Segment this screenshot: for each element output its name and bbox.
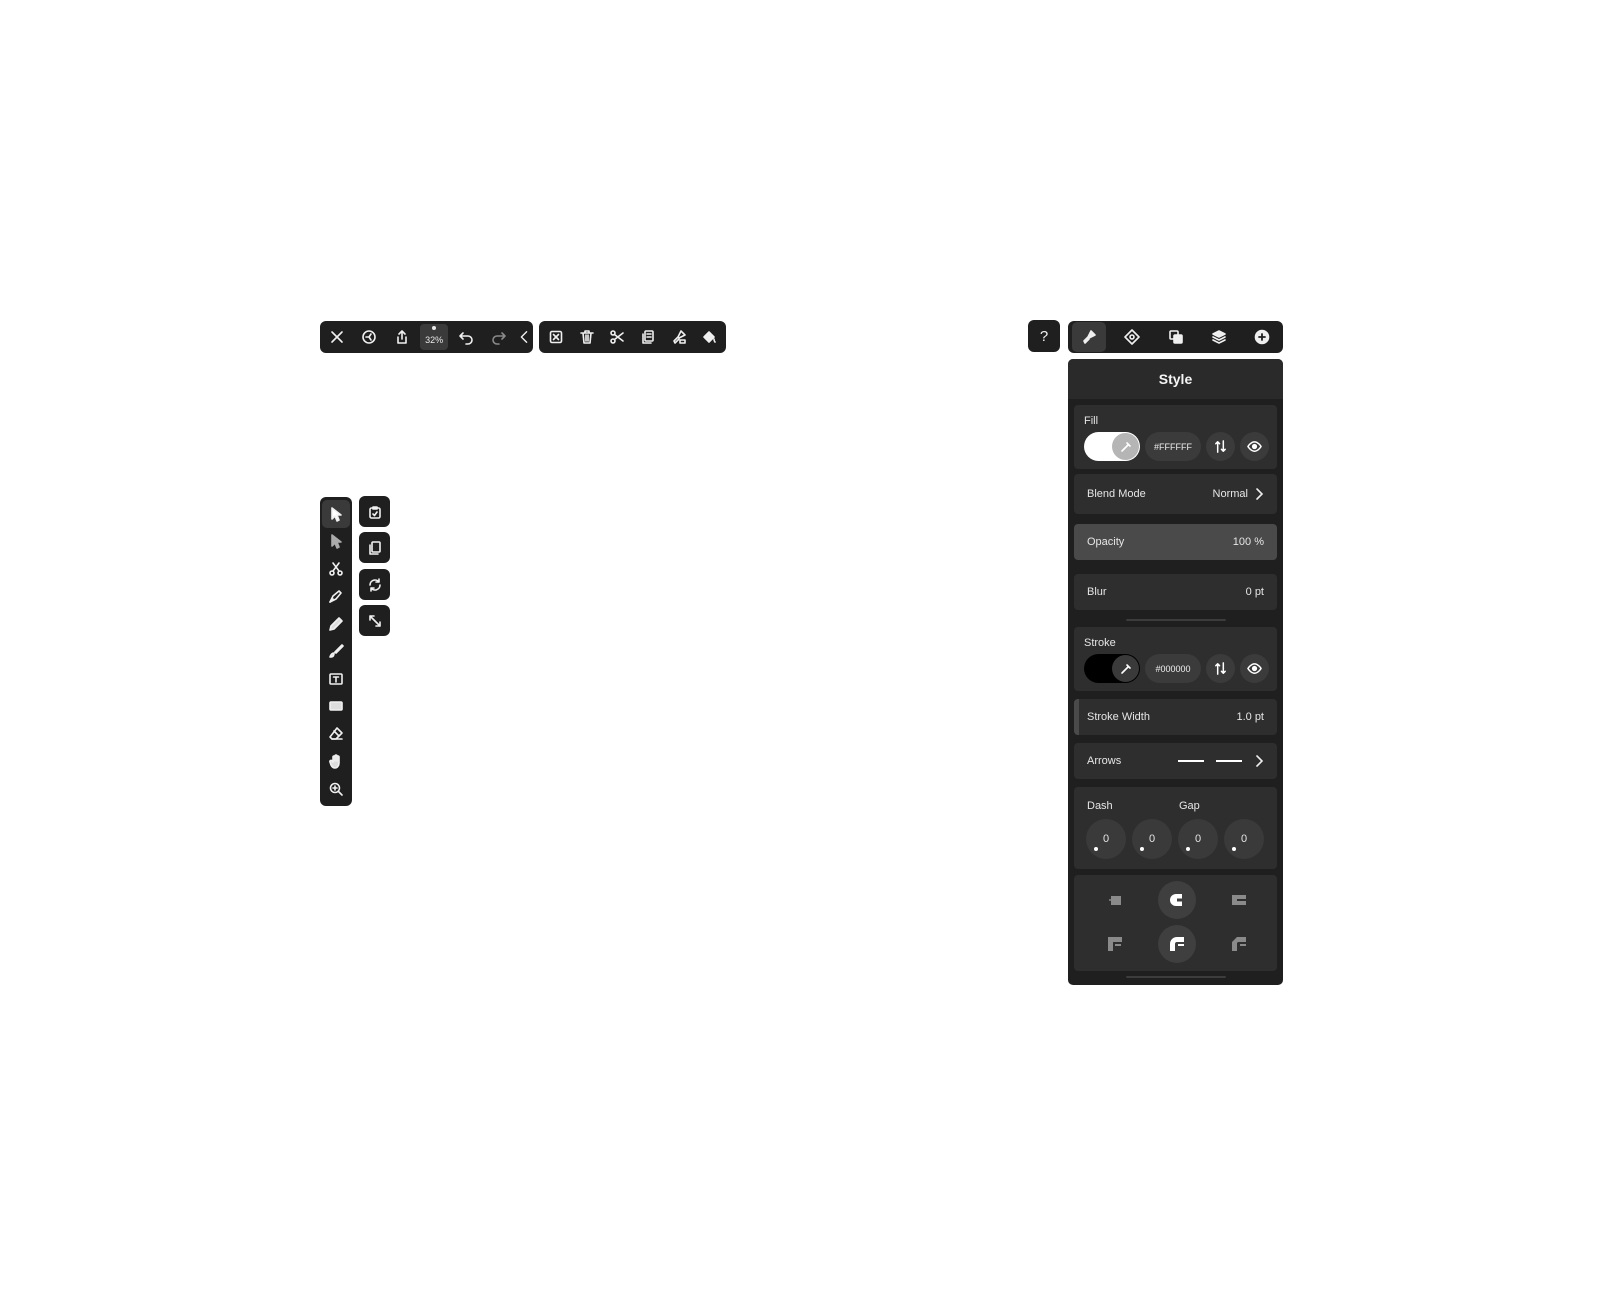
main-toolbar: 32% bbox=[320, 321, 533, 353]
hand-icon[interactable] bbox=[322, 748, 350, 776]
chevron-right-icon bbox=[1256, 488, 1264, 500]
arrange-tab-icon[interactable] bbox=[1159, 322, 1193, 352]
trash-icon[interactable] bbox=[572, 322, 602, 352]
scissors-icon[interactable] bbox=[602, 322, 632, 352]
arrow-start-line[interactable] bbox=[1178, 760, 1204, 762]
opacity-slider[interactable]: Opacity 100 % bbox=[1074, 524, 1277, 560]
style-panel: Style Fill #FFFFFF Blend Mode Normal Opa… bbox=[1068, 359, 1283, 985]
gap-knob-1[interactable]: 0 bbox=[1178, 819, 1218, 859]
select-arrow-icon[interactable] bbox=[322, 500, 350, 528]
stroke-width-label: Stroke Width bbox=[1087, 711, 1150, 723]
blend-mode-row[interactable]: Blend Mode Normal bbox=[1074, 474, 1277, 514]
style-tab-icon[interactable] bbox=[1072, 322, 1106, 352]
round-cap-icon[interactable] bbox=[1158, 881, 1196, 919]
butt-cap-icon[interactable] bbox=[1096, 881, 1134, 919]
redo-icon[interactable] bbox=[484, 322, 513, 352]
square-cap-icon[interactable] bbox=[1220, 881, 1258, 919]
dash-gap-card: Dash Gap 0 0 0 0 bbox=[1074, 787, 1277, 869]
close-icon[interactable] bbox=[322, 322, 351, 352]
help-button[interactable]: ? bbox=[1028, 320, 1060, 352]
pencil-icon[interactable] bbox=[322, 610, 350, 638]
fill-label: Fill bbox=[1084, 415, 1099, 427]
style-brush-icon[interactable] bbox=[664, 322, 694, 352]
chevron-right-icon bbox=[1256, 755, 1264, 767]
blur-label: Blur bbox=[1087, 586, 1107, 598]
fill-card: Fill #FFFFFF bbox=[1074, 405, 1277, 469]
panel-bottom-handle[interactable] bbox=[1126, 976, 1226, 978]
dash-knob-1[interactable]: 0 bbox=[1086, 819, 1126, 859]
miter-join-icon[interactable] bbox=[1096, 925, 1134, 963]
fill-swap-icon[interactable] bbox=[1206, 432, 1235, 461]
stroke-visibility-eye-icon[interactable] bbox=[1240, 654, 1269, 683]
stroke-color-swatch[interactable] bbox=[1084, 654, 1140, 683]
settings-icon[interactable] bbox=[355, 322, 384, 352]
gap-label: Gap bbox=[1179, 800, 1200, 812]
stroke-swap-icon[interactable] bbox=[1206, 654, 1235, 683]
shape-tab-icon[interactable] bbox=[1115, 322, 1149, 352]
text-tool-icon[interactable] bbox=[322, 665, 350, 693]
copy-icon[interactable] bbox=[359, 532, 390, 563]
caps-joins-card bbox=[1074, 875, 1277, 971]
zoom-level[interactable]: 32% bbox=[420, 324, 448, 350]
round-join-icon[interactable] bbox=[1158, 925, 1196, 963]
bevel-join-icon[interactable] bbox=[1220, 925, 1258, 963]
brush-icon[interactable] bbox=[322, 638, 350, 666]
undo-icon[interactable] bbox=[451, 322, 480, 352]
resize-icon[interactable] bbox=[359, 605, 390, 636]
arrows-row[interactable]: Arrows bbox=[1074, 743, 1277, 779]
layers-tab-icon[interactable] bbox=[1202, 322, 1236, 352]
blur-value: 0 pt bbox=[1245, 586, 1264, 598]
fill-bucket-icon[interactable] bbox=[694, 322, 724, 352]
gap-knob-2[interactable]: 0 bbox=[1224, 819, 1264, 859]
zoom-level-label: 32% bbox=[425, 334, 444, 345]
zoom-icon[interactable] bbox=[322, 775, 350, 803]
blend-mode-value: Normal bbox=[1212, 488, 1248, 500]
tool-column bbox=[320, 497, 352, 806]
blend-mode-label: Blend Mode bbox=[1087, 488, 1146, 500]
dash-knob-2[interactable]: 0 bbox=[1132, 819, 1172, 859]
panel-title: Style bbox=[1068, 359, 1283, 399]
fill-color-swatch[interactable] bbox=[1084, 432, 1140, 461]
fill-hex-value[interactable]: #FFFFFF bbox=[1145, 432, 1201, 461]
eyedropper-icon[interactable] bbox=[1112, 433, 1139, 460]
help-label: ? bbox=[1039, 327, 1049, 345]
blur-slider[interactable]: Blur 0 pt bbox=[1074, 574, 1277, 610]
opacity-value: 100 % bbox=[1232, 536, 1264, 548]
section-divider bbox=[1126, 619, 1226, 621]
stroke-label: Stroke bbox=[1084, 637, 1116, 649]
pen-icon[interactable] bbox=[322, 583, 350, 611]
rectangle-icon[interactable] bbox=[322, 693, 350, 721]
scissors-path-icon[interactable] bbox=[322, 555, 350, 583]
add-tab-icon[interactable] bbox=[1245, 322, 1279, 352]
eyedropper-icon[interactable] bbox=[1112, 655, 1139, 682]
opacity-label: Opacity bbox=[1087, 536, 1125, 548]
share-icon[interactable] bbox=[388, 322, 417, 352]
stroke-width-value: 1.0 pt bbox=[1236, 711, 1264, 723]
stroke-card: Stroke #000000 bbox=[1074, 627, 1277, 691]
eraser-icon[interactable] bbox=[322, 720, 350, 748]
stroke-width-slider[interactable]: Stroke Width 1.0 pt bbox=[1074, 699, 1277, 735]
duplicate-icon[interactable] bbox=[633, 322, 663, 352]
paste-icon[interactable] bbox=[359, 496, 390, 527]
dash-label: Dash bbox=[1087, 800, 1113, 812]
deselect-icon[interactable] bbox=[541, 322, 571, 352]
arrow-end-line[interactable] bbox=[1216, 760, 1242, 762]
direct-select-icon[interactable] bbox=[322, 528, 350, 556]
edit-toolbar bbox=[539, 321, 726, 353]
fill-visibility-eye-icon[interactable] bbox=[1240, 432, 1269, 461]
rotate-icon[interactable] bbox=[359, 569, 390, 600]
stroke-hex-value[interactable]: #000000 bbox=[1145, 654, 1201, 683]
collapse-chevron-icon[interactable] bbox=[517, 322, 531, 352]
arrows-label: Arrows bbox=[1087, 755, 1122, 767]
panel-tab-bar bbox=[1068, 321, 1283, 353]
